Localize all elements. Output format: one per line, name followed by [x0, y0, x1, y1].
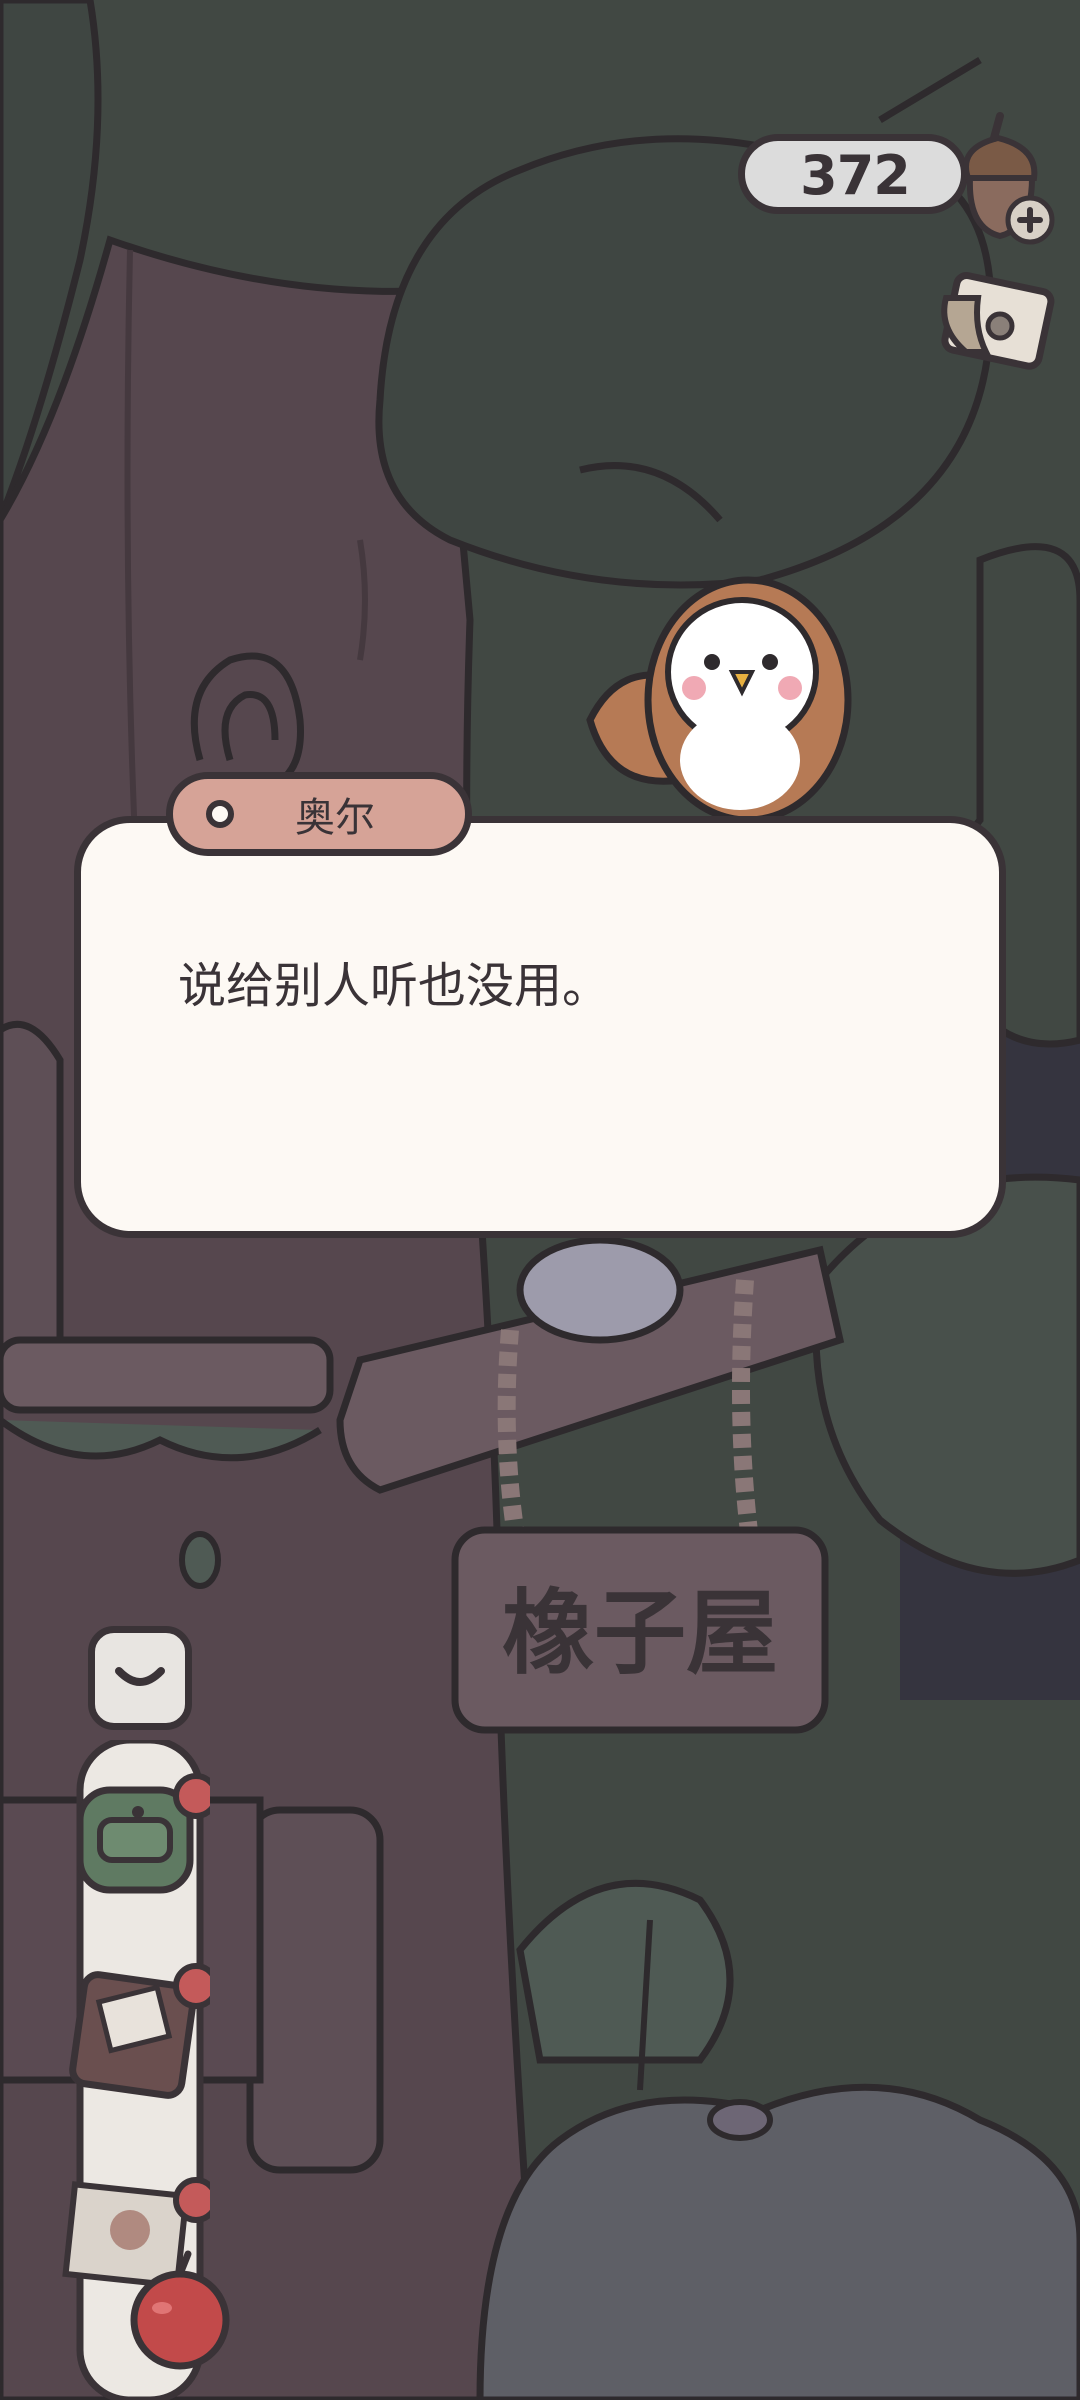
acorn-count: 372 — [800, 143, 911, 207]
dialog-text: 说给别人听也没用。 — [178, 958, 611, 1014]
apple-icon[interactable] — [110, 2240, 260, 2390]
chevron-down-icon — [115, 1667, 165, 1686]
journal-icon[interactable] — [60, 1960, 219, 2110]
dialog-box[interactable] — [74, 816, 1006, 1238]
speaker-dot-icon — [206, 800, 234, 828]
collapse-toolbar-button[interactable] — [88, 1626, 192, 1730]
shop-sign-text: 橡子屋 — [502, 1580, 778, 1687]
backpack-icon[interactable] — [60, 1760, 219, 1910]
mail-icon[interactable] — [930, 268, 1058, 384]
plus-icon[interactable] — [1005, 195, 1055, 245]
speaker-name: 奥尔 — [295, 795, 375, 841]
acorn-icon[interactable] — [938, 108, 1058, 248]
